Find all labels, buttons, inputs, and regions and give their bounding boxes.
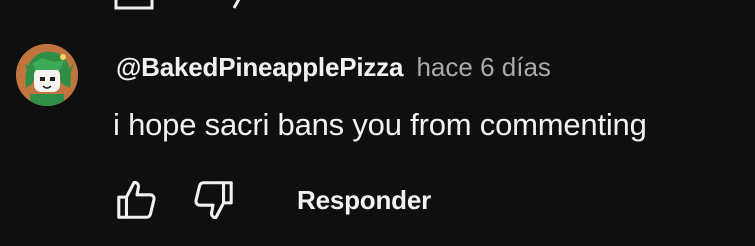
green-haired-character-avatar-icon	[16, 44, 78, 106]
comment-text: i hope sacri bans you from commenting	[113, 107, 647, 142]
avatar[interactable]	[16, 44, 78, 106]
reply-button[interactable]: Responder	[297, 185, 431, 216]
like-button[interactable]	[113, 176, 161, 224]
dislike-button[interactable]	[189, 176, 237, 224]
thumbs-up-icon	[117, 180, 156, 219]
comment-action-bar: Responder	[113, 176, 431, 224]
comment-thread-item: @BakedPineapplePizza hace 6 días i hope …	[16, 44, 746, 234]
partial-action-icons	[114, 0, 241, 10]
previous-comment-actions-fragment	[0, 0, 755, 10]
comment-timestamp[interactable]: hace 6 días	[416, 52, 550, 82]
comment-author[interactable]: @BakedPineapplePizza	[116, 52, 403, 82]
thumbs-down-icon	[194, 181, 233, 220]
comment-header: @BakedPineapplePizza hace 6 días	[116, 51, 551, 83]
